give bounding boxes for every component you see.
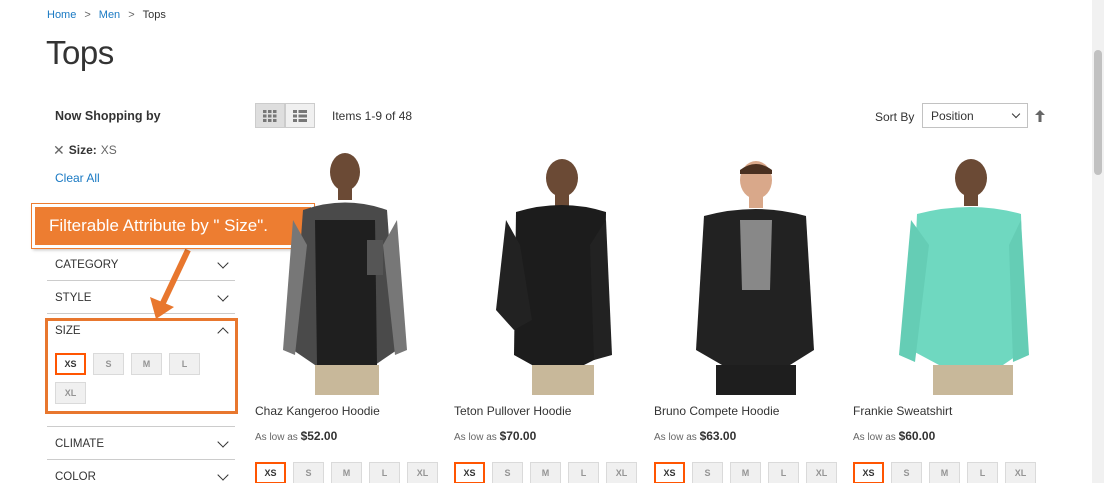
product-image[interactable] xyxy=(454,150,644,395)
price-value: $70.00 xyxy=(499,429,537,443)
size-swatch-s[interactable]: S xyxy=(492,462,523,483)
arrow-up-icon[interactable] xyxy=(1034,110,1046,122)
breadcrumb-current: Tops xyxy=(142,9,166,21)
breadcrumb-separator: > xyxy=(84,9,91,21)
close-icon[interactable]: ✕ xyxy=(53,143,65,157)
size-swatch-s[interactable]: S xyxy=(692,462,723,483)
chevron-down-icon xyxy=(217,256,229,269)
product-item: Frankie Sweatshirt As low as $60.00 XS S… xyxy=(853,150,1043,483)
price-prefix: As low as xyxy=(255,432,298,443)
size-swatch-m[interactable]: M xyxy=(530,462,561,483)
filter-color-label: COLOR xyxy=(55,470,96,483)
size-swatch-l[interactable]: L xyxy=(967,462,998,483)
grid-icon xyxy=(263,109,277,122)
sort-by-value: Position xyxy=(931,108,974,123)
product-name[interactable]: Chaz Kangeroo Hoodie xyxy=(255,404,380,418)
chevron-down-icon xyxy=(217,435,229,448)
product-price: As low as $52.00 xyxy=(255,429,337,443)
price-prefix: As low as xyxy=(654,432,697,443)
size-swatch-l[interactable]: L xyxy=(568,462,599,483)
size-swatch-l[interactable]: L xyxy=(768,462,799,483)
product-price: As low as $63.00 xyxy=(654,429,736,443)
size-swatch-s[interactable]: S xyxy=(293,462,324,483)
product-image[interactable] xyxy=(255,150,445,395)
size-swatch-xs[interactable]: XS xyxy=(255,462,286,483)
size-swatch-xl[interactable]: XL xyxy=(606,462,637,483)
view-mode-switcher xyxy=(255,103,315,128)
product-price: As low as $60.00 xyxy=(853,429,935,443)
filter-climate-label: CLIMATE xyxy=(55,437,104,450)
product-name[interactable]: Teton Pullover Hoodie xyxy=(454,404,571,418)
filter-style-label: STYLE xyxy=(55,291,92,304)
product-name[interactable]: Bruno Compete Hoodie xyxy=(654,404,779,418)
size-swatch-m[interactable]: M xyxy=(730,462,761,483)
price-value: $52.00 xyxy=(300,429,338,443)
clear-all-link[interactable]: Clear All xyxy=(55,171,100,185)
product-image[interactable] xyxy=(654,150,844,395)
product-size-swatches: XS S M L XL xyxy=(454,462,637,483)
size-swatch-s[interactable]: S xyxy=(891,462,922,483)
product-item: Bruno Compete Hoodie As low as $63.00 XS… xyxy=(654,150,844,483)
now-shopping-by-title: Now Shopping by xyxy=(55,109,161,123)
page-title: Tops xyxy=(46,34,114,71)
product-price: As low as $70.00 xyxy=(454,429,536,443)
chevron-down-icon xyxy=(217,468,229,481)
current-filter-value: XS xyxy=(100,143,117,157)
filter-color[interactable]: COLOR xyxy=(47,459,235,483)
breadcrumb-home-link[interactable]: Home xyxy=(47,9,76,21)
product-image[interactable] xyxy=(853,150,1043,395)
list-view-button[interactable] xyxy=(285,103,315,128)
filter-category-label: CATEGORY xyxy=(55,258,119,271)
breadcrumb: Home > Men > Tops xyxy=(47,9,166,21)
size-swatch-m[interactable]: M xyxy=(331,462,362,483)
grid-view-button[interactable] xyxy=(255,103,285,128)
product-name[interactable]: Frankie Sweatshirt xyxy=(853,404,952,418)
size-swatch-l[interactable]: L xyxy=(369,462,400,483)
product-item: Teton Pullover Hoodie As low as $70.00 X… xyxy=(454,150,644,483)
items-count: Items 1-9 of 48 xyxy=(332,109,413,123)
sort-by-select[interactable]: Position xyxy=(922,103,1028,128)
chevron-down-icon xyxy=(217,289,229,302)
size-swatch-m[interactable]: M xyxy=(929,462,960,483)
sort-by-label: Sort By xyxy=(875,110,915,124)
price-prefix: As low as xyxy=(454,432,497,443)
size-swatch-xl[interactable]: XL xyxy=(1005,462,1036,483)
breadcrumb-men-link[interactable]: Men xyxy=(99,9,120,21)
filter-climate[interactable]: CLIMATE xyxy=(47,426,235,460)
scrollbar-thumb[interactable] xyxy=(1094,50,1102,175)
product-size-swatches: XS S M L XL xyxy=(654,462,837,483)
size-swatch-xl[interactable]: XL xyxy=(407,462,438,483)
size-swatch-xl[interactable]: XL xyxy=(806,462,837,483)
current-filter-label: Size: xyxy=(68,143,97,157)
price-value: $63.00 xyxy=(699,429,737,443)
current-filter: ✕ Size: XS xyxy=(53,143,117,157)
price-prefix: As low as xyxy=(853,432,896,443)
price-value: $60.00 xyxy=(898,429,936,443)
product-size-swatches: XS S M L XL xyxy=(255,462,438,483)
size-swatch-xs[interactable]: XS xyxy=(654,462,685,483)
page-scrollbar[interactable] xyxy=(1092,0,1104,483)
list-icon xyxy=(293,109,307,122)
annotation-arrow-icon xyxy=(150,248,191,319)
product-size-swatches: XS S M L XL xyxy=(853,462,1036,483)
chevron-down-icon xyxy=(1011,109,1021,119)
size-filter-highlight-box xyxy=(45,318,238,414)
size-swatch-xs[interactable]: XS xyxy=(454,462,485,483)
product-item: Chaz Kangeroo Hoodie As low as $52.00 XS… xyxy=(255,150,445,483)
breadcrumb-separator: > xyxy=(128,9,135,21)
size-swatch-xs[interactable]: XS xyxy=(853,462,884,483)
